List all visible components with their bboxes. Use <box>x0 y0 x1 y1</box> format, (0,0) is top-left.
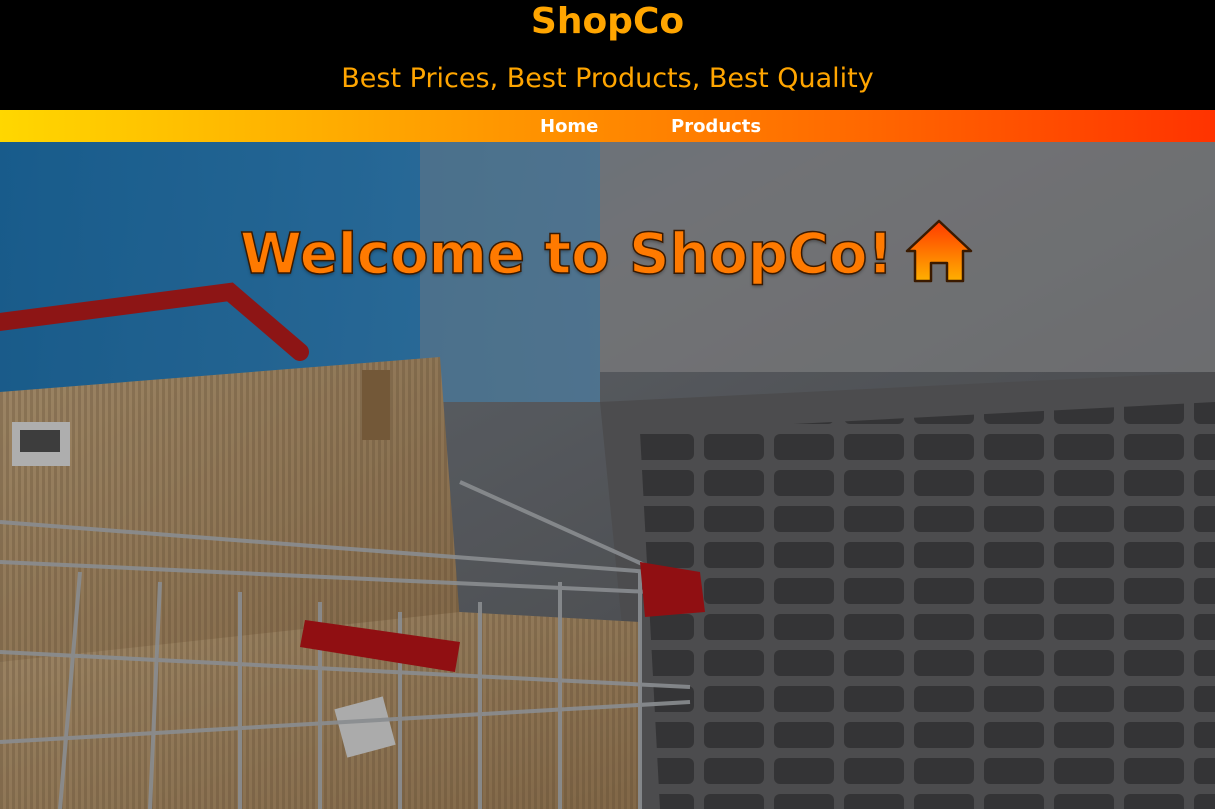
site-header: ShopCo Best Prices, Best Products, Best … <box>0 0 1215 110</box>
site-title: ShopCo <box>530 1 685 42</box>
welcome-banner: Welcome to ShopCo! <box>0 217 1215 293</box>
welcome-heading: Welcome to ShopCo! <box>239 221 894 288</box>
nav-products-link[interactable]: Products <box>671 110 761 142</box>
home-icon <box>903 217 975 285</box>
nav-home-link[interactable]: Home <box>540 110 598 142</box>
hero-banner: Welcome to ShopCo! <box>0 142 1215 809</box>
site-tagline: Best Prices, Best Products, Best Quality <box>341 63 874 94</box>
main-nav: Home Products <box>0 110 1215 142</box>
